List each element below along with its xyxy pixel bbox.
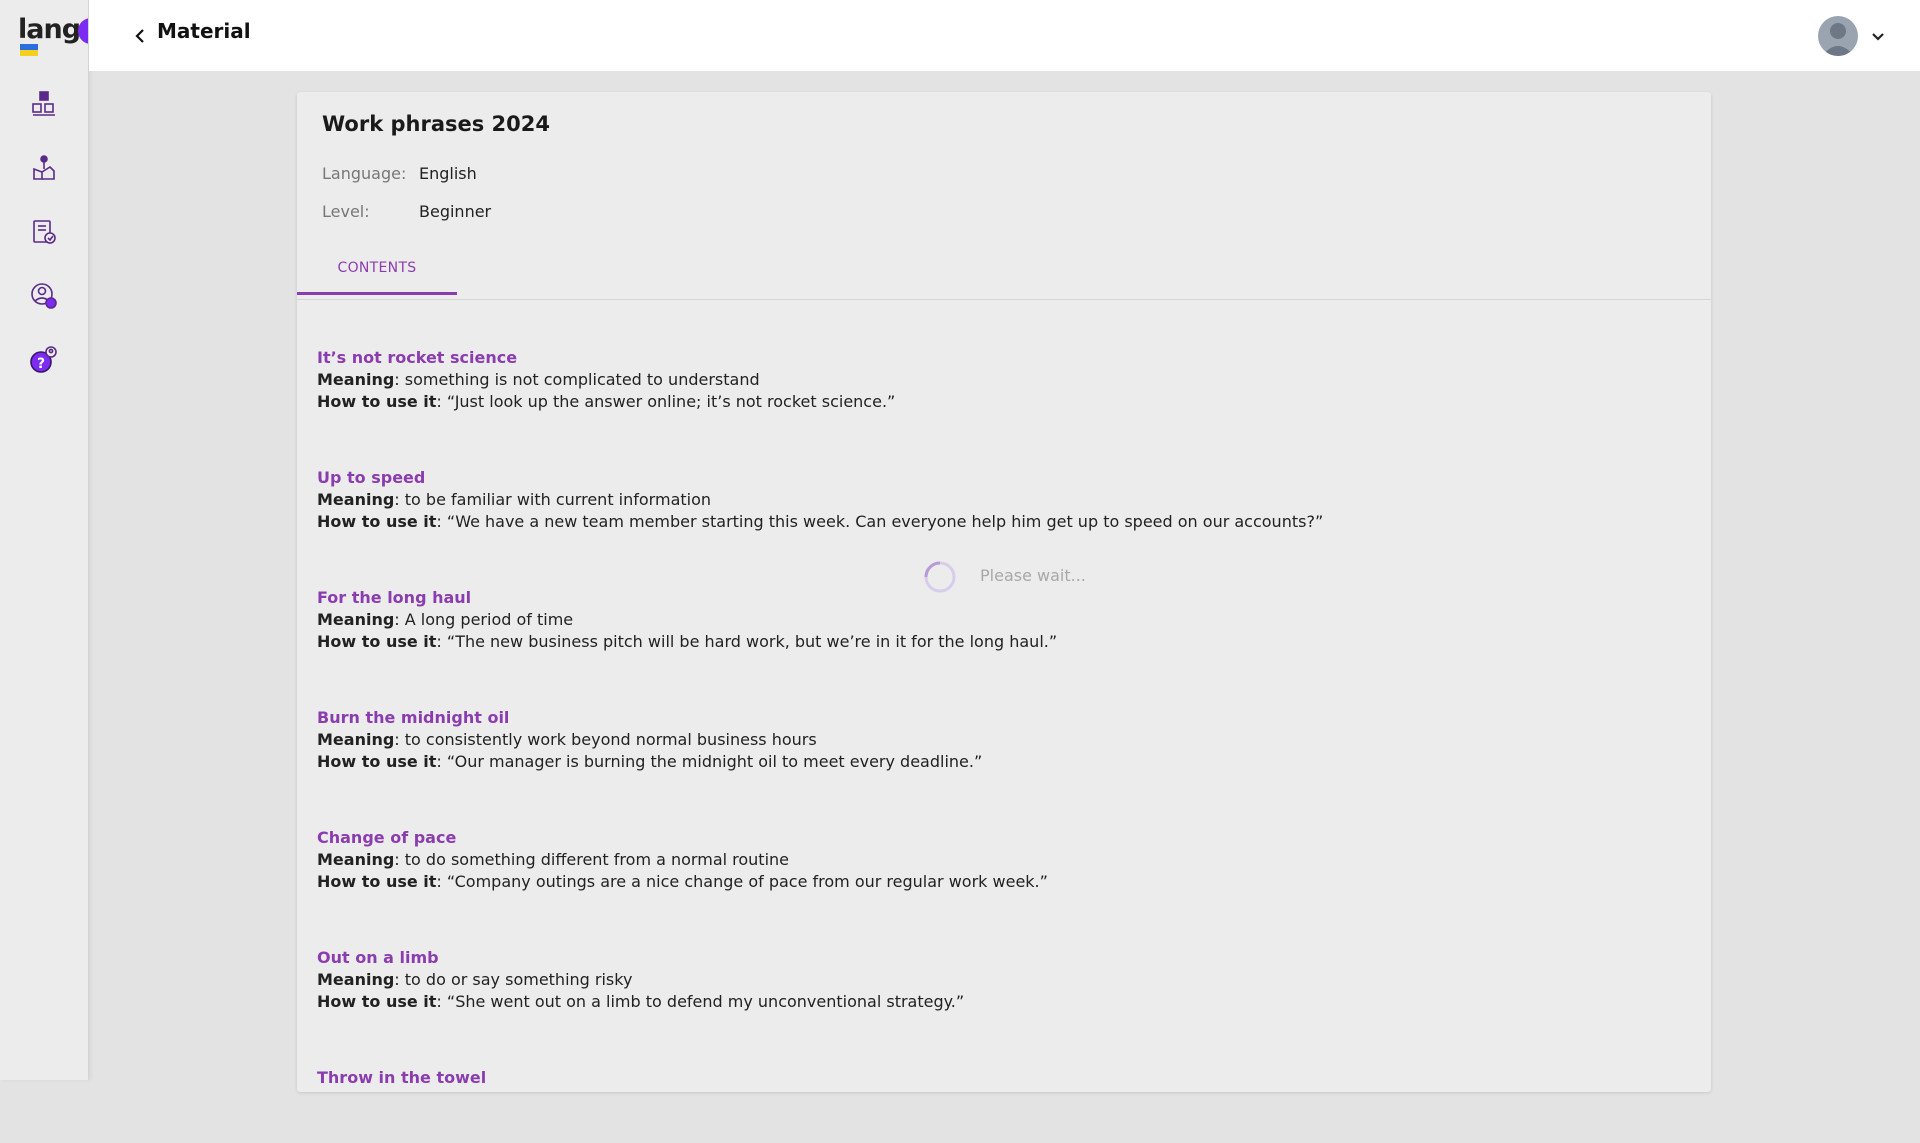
level-label: Level: xyxy=(322,202,370,221)
meaning-label: Meaning xyxy=(317,730,395,749)
phrase-item: It’s not rocket science Meaning: somethin… xyxy=(317,347,1687,413)
logo-text: lang xyxy=(18,14,81,45)
meaning-text: : to consistently work beyond normal bus… xyxy=(394,730,817,749)
meaning-text: : to do something different from a norma… xyxy=(394,850,790,869)
top-bar: Material xyxy=(89,0,1920,71)
phrase-title: Throw in the towel xyxy=(317,1068,487,1087)
usage-label: How to use it xyxy=(317,872,437,891)
phrase-title: Change of pace xyxy=(317,828,457,847)
phrase-meaning: Meaning: to be familiar with current inf… xyxy=(317,489,1687,511)
phrase-item: Change of pace Meaning: to do something d… xyxy=(317,827,1687,893)
meaning-label: Meaning xyxy=(317,490,395,509)
level-value: Beginner xyxy=(419,202,492,221)
phrase-title: It’s not rocket science xyxy=(317,348,518,367)
phrase-item: Up to speed Meaning: to be familiar with … xyxy=(317,467,1687,533)
phrase-meaning: Meaning: to do or say something risky xyxy=(317,969,1687,991)
meaning-text: : something is not complicated to unders… xyxy=(394,370,760,389)
phrase-usage: How to use it: “Just look up the answer … xyxy=(317,391,1687,413)
ukraine-flag-icon xyxy=(20,44,38,56)
usage-text: : “We have a new team member starting th… xyxy=(436,512,1324,531)
tab-divider xyxy=(297,299,1711,300)
app-logo[interactable]: lang xyxy=(18,14,88,58)
phrase-item: Throw in the towel xyxy=(317,1067,1687,1089)
phrase-usage: How to use it: “She went out on a limb t… xyxy=(317,991,1687,1013)
meaning-text: : A long period of time xyxy=(394,610,574,629)
phrase-title: Out on a limb xyxy=(317,948,439,967)
page-title: Material xyxy=(157,19,251,43)
phrase-usage: How to use it: “We have a new team membe… xyxy=(317,511,1687,533)
phrase-meaning: Meaning: to do something different from … xyxy=(317,849,1687,871)
language-value: English xyxy=(419,164,477,183)
phrase-meaning: Meaning: A long period of time xyxy=(317,609,1687,631)
back-chevron-icon[interactable] xyxy=(131,26,149,46)
usage-text: : “Just look up the answer online; it’s … xyxy=(436,392,896,411)
meaning-label: Meaning xyxy=(317,970,395,989)
user-avatar[interactable] xyxy=(1818,16,1858,56)
sidebar: lang ? xyxy=(0,0,89,1080)
loading-text: Please wait... xyxy=(980,566,1086,585)
phrase-usage: How to use it: “The new business pitch w… xyxy=(317,631,1687,653)
phrase-title: Burn the midnight oil xyxy=(317,708,510,727)
svg-text:?: ? xyxy=(37,356,45,372)
phrase-usage: How to use it: “Company outings are a ni… xyxy=(317,871,1687,893)
phrase-meaning: Meaning: something is not complicated to… xyxy=(317,369,1687,391)
phrase-title: Up to speed xyxy=(317,468,426,487)
users-icon[interactable] xyxy=(28,280,60,312)
meaning-label: Meaning xyxy=(317,850,395,869)
usage-text: : “The new business pitch will be hard w… xyxy=(436,632,1058,651)
materials-icon[interactable] xyxy=(28,216,60,248)
usage-label: How to use it xyxy=(317,392,437,411)
loading-spinner-icon xyxy=(923,560,957,594)
phrase-usage: How to use it: “Our manager is burning t… xyxy=(317,751,1687,773)
meaning-label: Meaning xyxy=(317,370,395,389)
material-title: Work phrases 2024 xyxy=(322,112,550,136)
usage-text: : “Company outings are a nice change of … xyxy=(436,872,1048,891)
usage-label: How to use it xyxy=(317,752,437,771)
phrase-title: For the long haul xyxy=(317,588,472,607)
meaning-label: Meaning xyxy=(317,610,395,629)
usage-text: : “Our manager is burning the midnight o… xyxy=(436,752,983,771)
phrase-list: It’s not rocket science Meaning: somethin… xyxy=(317,347,1687,1143)
meaning-text: : to do or say something risky xyxy=(394,970,633,989)
usage-label: How to use it xyxy=(317,632,437,651)
phrase-item: Out on a limb Meaning: to do or say somet… xyxy=(317,947,1687,1013)
courses-icon[interactable] xyxy=(28,152,60,184)
blocks-icon[interactable] xyxy=(28,88,60,120)
usage-label: How to use it xyxy=(317,512,437,531)
usage-label: How to use it xyxy=(317,992,437,1011)
chevron-down-icon[interactable] xyxy=(1870,28,1886,41)
meaning-text: : to be familiar with current informatio… xyxy=(394,490,712,509)
phrase-item: For the long haul Meaning: A long period … xyxy=(317,587,1687,653)
language-label: Language: xyxy=(322,164,407,183)
phrase-meaning: Meaning: to consistently work beyond nor… xyxy=(317,729,1687,751)
tab-contents[interactable]: CONTENTS xyxy=(297,255,457,295)
material-card: Work phrases 2024 Language: English Leve… xyxy=(297,92,1711,1092)
help-icon[interactable]: ? xyxy=(28,344,60,376)
phrase-item: Burn the midnight oil Meaning: to consist… xyxy=(317,707,1687,773)
usage-text: : “She went out on a limb to defend my u… xyxy=(436,992,965,1011)
